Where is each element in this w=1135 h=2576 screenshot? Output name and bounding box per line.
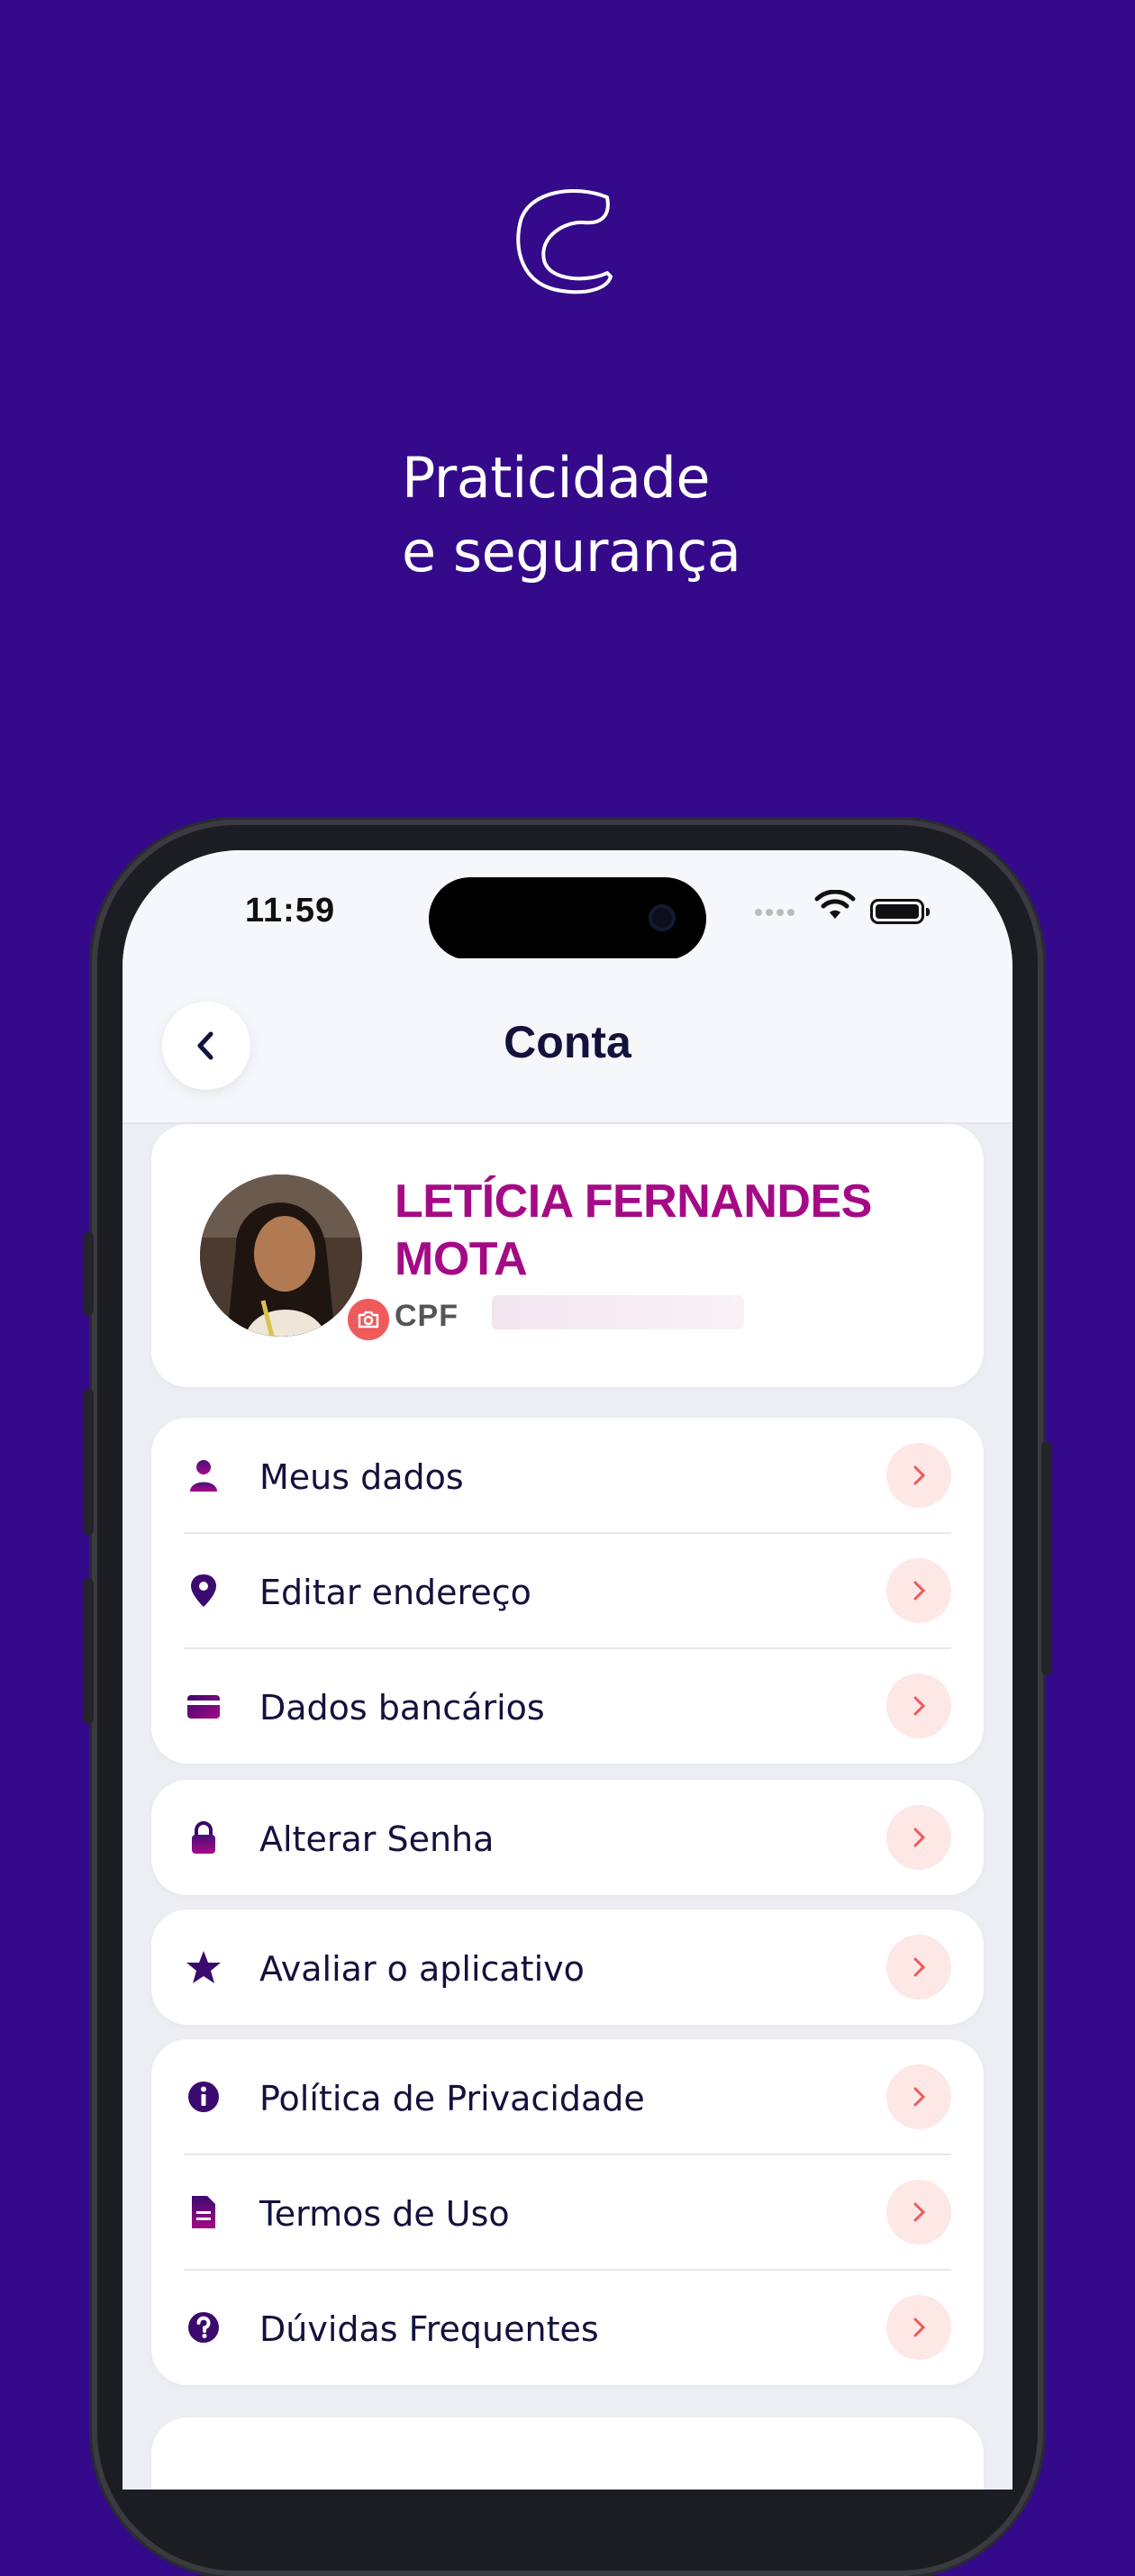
document-icon	[192, 2196, 215, 2228]
user-name: LETÍCIA FERNANDES MOTA	[395, 1175, 872, 1285]
phone-side-button	[83, 1578, 94, 1724]
star-icon	[186, 1951, 221, 1983]
chevron-right-icon	[886, 1805, 951, 1870]
tagline-line-2: e segurança	[402, 519, 741, 585]
camera-icon	[649, 904, 676, 931]
menu-group-logout	[151, 2417, 984, 2490]
dynamic-island	[429, 877, 706, 960]
menu-item-termos-uso[interactable]: Termos de Uso	[151, 2154, 984, 2270]
menu-item-dados-bancarios[interactable]: Dados bancários	[151, 1648, 984, 1764]
menu-group-rating: Avaliar o aplicativo	[151, 1909, 984, 2025]
menu-item-label: Alterar Senha	[259, 1819, 495, 1859]
phone-side-button	[83, 1389, 94, 1535]
menu-item-label: Política de Privacidade	[259, 2079, 645, 2118]
phone-side-button	[1041, 1441, 1052, 1675]
avatar-photo	[200, 1175, 362, 1337]
phone-screen: 11:59 Conta LETÍCIA FERNANDES MOTA CPF M…	[123, 850, 1012, 2490]
tagline-line-1: Praticidade	[402, 445, 710, 511]
menu-item-duvidas-frequentes[interactable]: Dúvidas Frequentes	[151, 2270, 984, 2385]
signal-icon	[755, 904, 798, 921]
question-icon	[188, 2312, 219, 2343]
menu-item-meus-dados[interactable]: Meus dados	[151, 1418, 984, 1533]
cpf-label: CPF	[395, 1299, 459, 1333]
profile-card: LETÍCIA FERNANDES MOTA CPF	[151, 1124, 984, 1387]
menu-item-label: Dados bancários	[259, 1688, 545, 1728]
battery-icon	[870, 899, 930, 924]
menu-group-info: Política de Privacidade Termos de Uso Dú…	[151, 2039, 984, 2385]
camera-icon	[358, 1311, 379, 1329]
chevron-right-icon	[886, 2064, 951, 2129]
wifi-icon	[814, 890, 856, 919]
brand-logo-icon	[516, 188, 613, 295]
person-icon	[190, 1460, 217, 1492]
chevron-right-icon	[886, 1558, 951, 1623]
cpf-value-hidden	[492, 1295, 744, 1329]
chevron-right-icon	[886, 2180, 951, 2245]
menu-item-politica-privacidade[interactable]: Política de Privacidade	[151, 2039, 984, 2154]
menu-item-alterar-senha[interactable]: Alterar Senha	[151, 1780, 984, 1895]
info-icon	[188, 2082, 219, 2112]
location-pin-icon	[191, 1574, 216, 1607]
menu-item-label: Editar endereço	[259, 1573, 531, 1612]
chevron-right-icon	[886, 1443, 951, 1508]
status-bar: 11:59	[123, 850, 1012, 960]
lock-icon	[192, 1821, 215, 1854]
change-photo-button[interactable]	[344, 1295, 393, 1344]
tagline: Praticidade e segurança	[402, 441, 852, 589]
menu-group-account: Meus dados Editar endereço Dados bancári…	[151, 1418, 984, 1764]
menu-item-editar-endereco[interactable]: Editar endereço	[151, 1533, 984, 1648]
chevron-right-icon	[886, 1935, 951, 2000]
menu-group-password: Alterar Senha	[151, 1780, 984, 1895]
menu-item-label: Avaliar o aplicativo	[259, 1949, 585, 1989]
card-icon	[187, 1695, 220, 1719]
page-title: Conta	[504, 1017, 631, 1067]
avatar[interactable]	[200, 1175, 362, 1337]
phone-side-button	[83, 1232, 94, 1315]
chevron-right-icon	[886, 2295, 951, 2360]
menu-item-label: Termos de Uso	[259, 2194, 510, 2234]
menu-item-label: Dúvidas Frequentes	[259, 2309, 599, 2349]
status-time: 11:59	[245, 892, 336, 930]
header: Conta	[123, 958, 1012, 1124]
menu-item-avaliar-aplicativo[interactable]: Avaliar o aplicativo	[151, 1909, 984, 2025]
chevron-right-icon	[886, 1673, 951, 1738]
menu-item-label: Meus dados	[259, 1457, 464, 1497]
